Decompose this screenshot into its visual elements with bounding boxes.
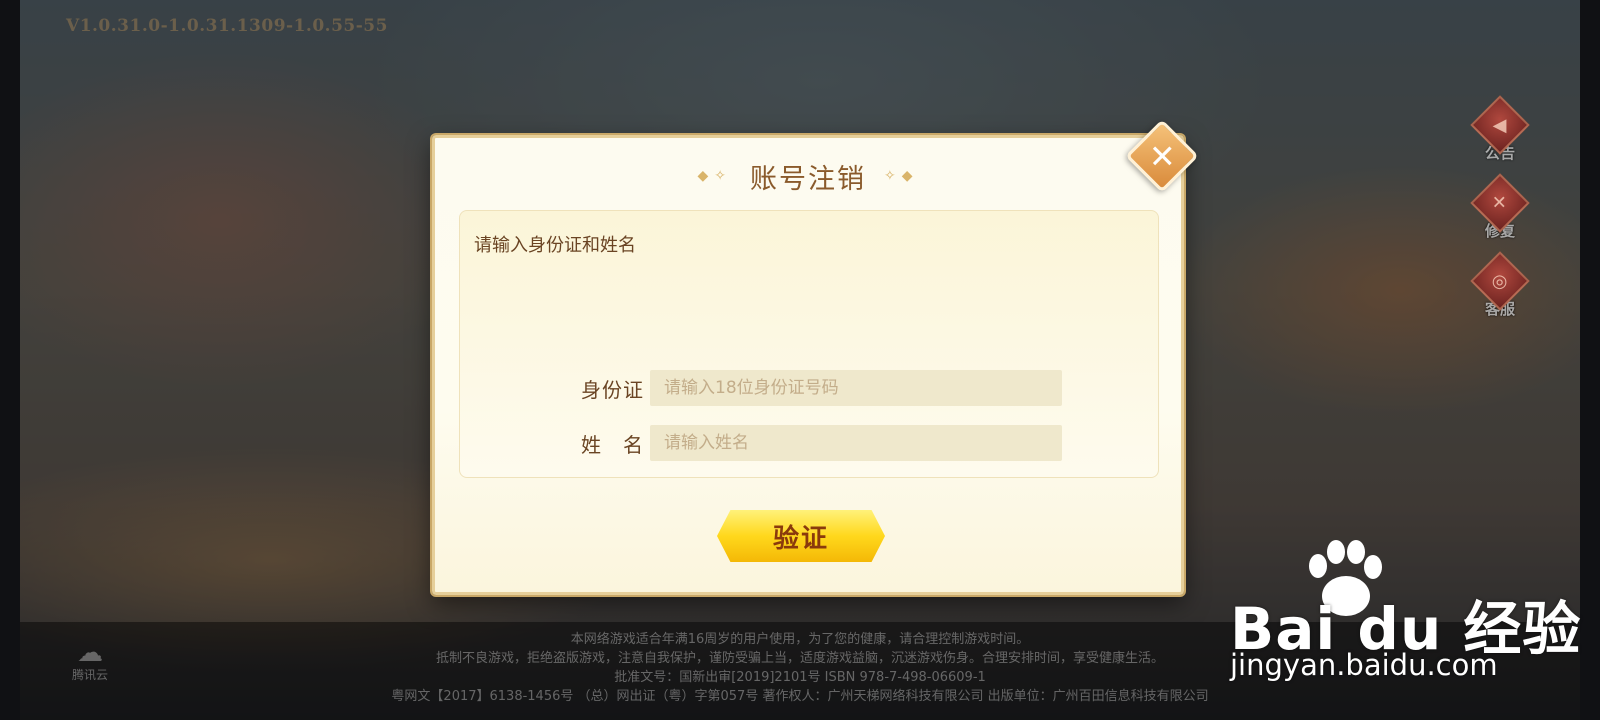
customer-service-button[interactable]: ◎ 客服	[1470, 251, 1530, 322]
cloud-icon: ☁	[77, 638, 103, 668]
ornament-right-icon: ✧◆	[884, 168, 919, 184]
announcement-icon: ◀	[1493, 114, 1507, 136]
announcement-button[interactable]: ◀ 公告	[1470, 95, 1530, 166]
form-panel: 请输入身份证和姓名 身份证 姓 名	[459, 210, 1159, 478]
repair-icon: ✕	[1492, 192, 1508, 214]
name-label: 姓 名	[581, 432, 644, 457]
verify-button-label: 验证	[772, 523, 829, 554]
verify-button[interactable]: 验证	[717, 510, 885, 562]
cloud-logo-text: 腾讯云	[71, 668, 108, 682]
dialog-title: 账号注销	[750, 163, 866, 195]
form-prompt: 请输入身份证和姓名	[474, 235, 636, 256]
customer-service-icon: ◎	[1492, 270, 1508, 292]
name-input[interactable]	[650, 425, 1062, 461]
watermark-url: jingyan.baidu.com	[1230, 648, 1498, 682]
close-icon: ✕	[1148, 137, 1176, 175]
repair-button[interactable]: ✕ 修复	[1470, 173, 1530, 244]
version-label: V1.0.31.0-1.0.31.1309-1.0.55-55	[66, 16, 388, 36]
id-row: 身份证	[460, 369, 1158, 407]
id-label: 身份证	[581, 377, 644, 402]
id-number-input[interactable]	[650, 370, 1062, 406]
ornament-left-icon: ◆✧	[697, 168, 732, 184]
tencent-cloud-logo: ☁ 腾讯云	[60, 640, 120, 700]
left-letterbox	[0, 0, 20, 720]
dialog-header: ◆✧ 账号注销 ✧◆	[435, 156, 1181, 196]
name-row: 姓 名	[460, 424, 1158, 462]
footer-line-4: 粤网文【2017】6138-1456号 （总）网出证（粤）字第057号 著作权人…	[391, 689, 1209, 704]
right-letterbox	[1580, 0, 1600, 720]
account-cancellation-dialog: ◆✧ 账号注销 ✧◆ 请输入身份证和姓名 身份证 姓 名 验证	[432, 135, 1184, 595]
